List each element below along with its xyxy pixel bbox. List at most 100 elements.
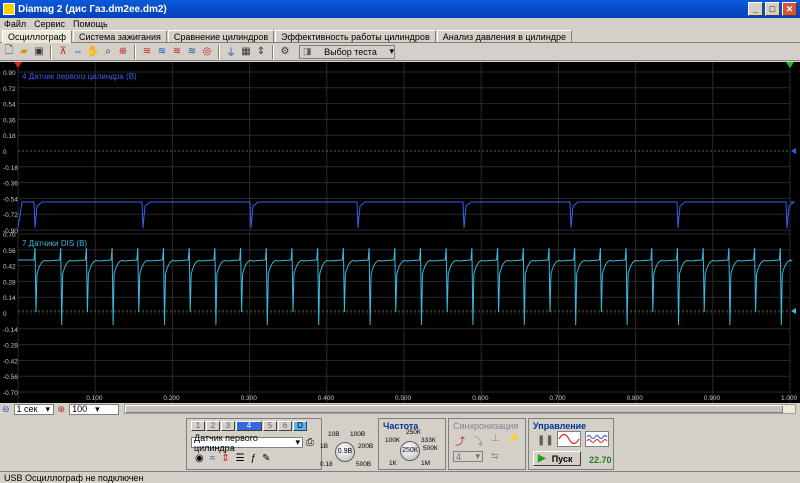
frequency-dial[interactable]: 250К [400,441,420,461]
tab-bar: Осциллограф Система зажигания Сравнение … [0,30,800,43]
time-scrollbar[interactable] [124,404,796,414]
time-tick-label: 0.800 [627,395,644,402]
lines-icon[interactable]: ☰ [236,453,245,464]
sine-mode-button[interactable] [557,431,581,447]
freq-label-250k: 250К [406,429,421,436]
sync-level-icon[interactable]: ⊥ [491,433,500,448]
tab-ignition[interactable]: Система зажигания [73,30,167,42]
minimize-button[interactable]: _ [748,2,763,16]
open-folder-icon[interactable]: ▰ [17,45,31,59]
trigger-marker-green[interactable] [786,62,794,68]
settings-icon[interactable]: ⚙ [278,45,292,59]
channel-button-6[interactable]: 6 [278,421,292,431]
cursor-icon[interactable]: ⊼ [56,45,70,59]
menu-file[interactable]: Файл [4,19,26,29]
sync-channel-select[interactable]: 4 ▾ [453,451,483,462]
toolbar: 🗋 ▰ ▣ ⊼ ⇔ ✋ ⌕ ⊕ ≋ ≋ ≋ ≋ ◎ ⏚ ▦ ⇕ ⚙ ◨ Выбо… [0,43,800,61]
wave-5-icon[interactable]: ◎ [200,45,214,59]
ch1-tick-label: 0.54 [3,102,16,109]
test-select[interactable]: ◨ Выбор теста ▾ [299,44,395,59]
voltage-label-018: 0.18 [320,461,333,468]
filter-icon[interactable]: ⏚ [224,45,238,59]
sync-auto-icon[interactable]: ⚡ [508,433,520,448]
trigger-marker-red[interactable] [14,62,22,68]
frequency-panel: Частота 250К 100К 333К 500К 1К 1М 250К [378,418,446,470]
status-text: USB Осциллограф не подключен [4,472,144,483]
control-value: 22.70 [589,455,612,465]
play-icon: ▶ [538,453,546,464]
split-icon[interactable]: ⇕ [254,45,268,59]
channel-button-2[interactable]: 2 [206,421,220,431]
chevron-down-icon: ▾ [295,437,300,447]
channel-2-level-marker[interactable] [791,308,796,314]
wave-4-icon[interactable]: ≋ [185,45,199,59]
signal-icon[interactable]: ≈ [210,453,216,464]
wave-1-icon[interactable]: ≋ [140,45,154,59]
maximize-button[interactable]: □ [765,2,780,16]
tab-pressure-analysis[interactable]: Анализ давления в цилиндре [436,30,573,42]
time-tick-label: 0.900 [704,395,721,402]
ch2-tick-label: 0.42 [3,264,16,271]
start-button-label: Пуск [551,453,573,464]
menu-bar: Файл Сервис Помощь [0,18,800,30]
pen-icon[interactable]: ✎ [262,453,270,464]
sensor-select-value: Датчик первого цилиндра [194,432,258,453]
channel-button-4[interactable]: 4 [236,421,262,431]
time-tick-label: 0.500 [395,395,412,402]
ch2-tick-label: 0.14 [3,295,16,302]
measure-icon[interactable]: ⊕ [116,45,130,59]
time-tick-label: 1.000 [781,395,798,402]
time-tick-label: 0.300 [241,395,258,402]
sync-arrows-icon[interactable]: ⇆ [491,451,499,462]
invert-icon[interactable]: ◉ [195,453,204,464]
sync-fall-icon[interactable]: ⤵ [473,433,483,448]
sync-rise-icon[interactable]: ⤴ [455,433,465,448]
control-panel: Управление ❚❚ ▶ Пуск 22.70 [528,418,614,470]
freq-label-333k: 333К [421,437,436,444]
window-title: Diamag 2 (дис Газ.dm2ee.dm2) [18,3,167,15]
zoom-select[interactable]: 100 ▾ [69,403,120,415]
timebase-row: ⊖ 1 сек ▾ ⊕ 100 ▾ [0,403,800,415]
voltage-dial[interactable]: 0.9В [335,442,355,462]
sync-channel-value: 4 [456,451,462,462]
sensor-edit-icon[interactable]: ⎙ [306,437,314,448]
ch1-tick-label: 0.72 [3,86,16,93]
zoom-value: 100 [72,404,88,414]
hand-icon[interactable]: ✋ [86,45,100,59]
sensor-select[interactable]: Датчик первого цилиндра ▾ [191,433,303,453]
tab-cylinder-compare[interactable]: Сравнение цилиндров [167,30,275,42]
channel-1-level-marker[interactable] [791,148,796,154]
tab-cylinder-efficiency[interactable]: Эффективность работы цилиндров [275,30,436,42]
timebase-select[interactable]: 1 сек ▾ [13,403,54,415]
wave-2-icon[interactable]: ≋ [155,45,169,59]
tab-oscilloscope[interactable]: Осциллограф [2,30,72,43]
time-tick-label: 0.400 [318,395,335,402]
freq-label-100k: 100К [385,437,400,444]
channel-button-1[interactable]: 1 [191,421,205,431]
oscilloscope-plot[interactable]: 0.90 0.72 0.54 0.36 0.18 0 -0.18 -0.36 -0.54 -0.7… [0,62,800,403]
save-icon[interactable]: ▣ [32,45,46,59]
zoom-icon[interactable]: ⌕ [101,45,115,59]
channel-button-d[interactable]: D [293,421,307,431]
pause-icon[interactable]: ❚❚ [537,435,554,446]
start-button[interactable]: ▶ Пуск [533,451,581,466]
ch2-tick-label: 0.56 [3,248,16,255]
ch2-tick-label: -0.14 [3,327,18,334]
menu-help[interactable]: Помощь [73,19,108,29]
menu-service[interactable]: Сервис [34,19,65,29]
chevron-down-icon: ▾ [475,451,480,461]
multi-wave-button[interactable] [585,431,609,447]
freq-label-1m: 1М [421,460,431,467]
function-icon[interactable]: ƒ [251,453,257,464]
close-button[interactable]: ✕ [782,2,797,16]
channel-button-3[interactable]: 3 [221,421,235,431]
grid-icon[interactable]: ▦ [239,45,253,59]
wave-3-icon[interactable]: ≋ [170,45,184,59]
voltage-label-200: 200В [358,443,374,450]
channel-button-5[interactable]: 5 [263,421,277,431]
oscilloscope-view[interactable]: 0.90 0.72 0.54 0.36 0.18 0 -0.18 -0.36 -0.54 -0.7… [0,62,800,403]
new-file-icon[interactable]: 🗋 [2,45,16,59]
scale-icon[interactable]: ⇕ [221,453,229,464]
zoom-fit-icon[interactable]: ⇔ [71,45,85,59]
time-scrollbar-thumb[interactable] [125,405,783,413]
